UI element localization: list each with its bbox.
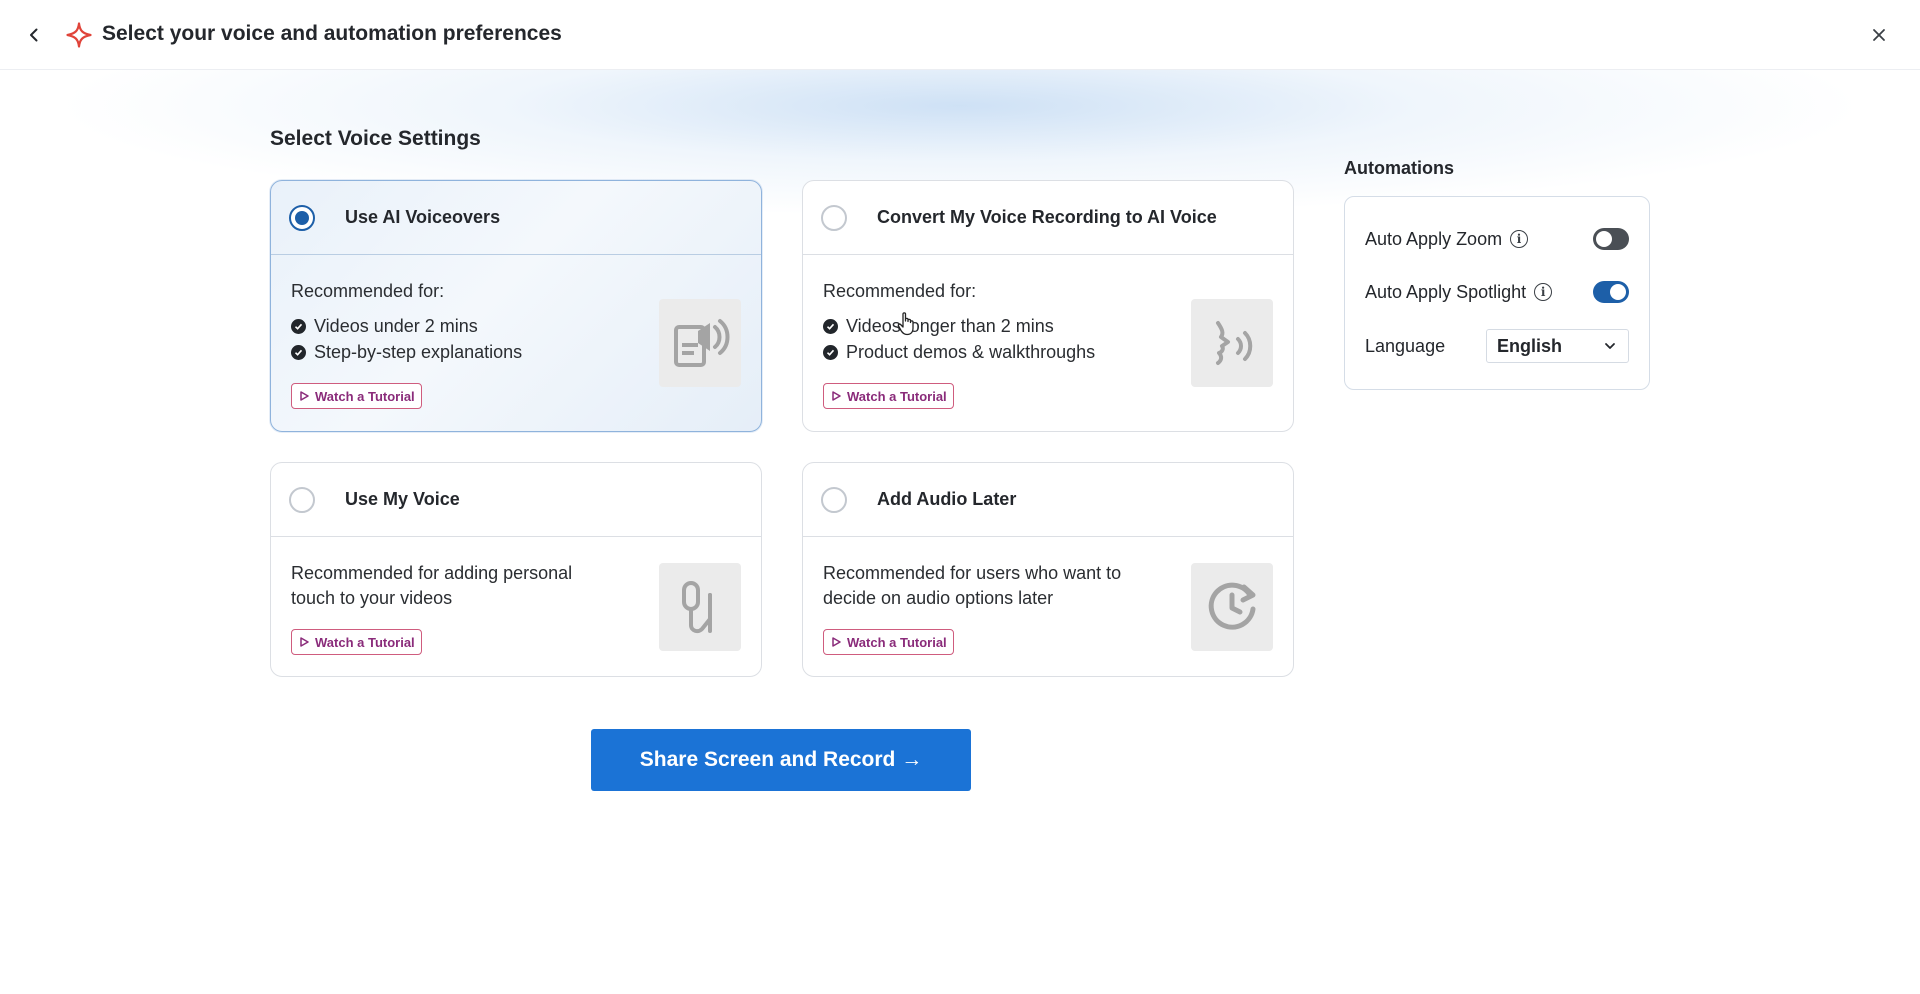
list-item-text: Product demos & walkthroughs: [846, 342, 1096, 362]
card-title: Add Audio Later: [877, 489, 1017, 509]
info-icon[interactable]: i: [1534, 283, 1553, 301]
list-item-text: Videos under 2 mins: [314, 316, 478, 336]
page-title: Select your voice and automation prefere…: [102, 22, 562, 45]
voice-option-add-audio-later[interactable]: Add Audio Later Recommended for users wh…: [802, 462, 1294, 677]
language-row: Language English: [1365, 329, 1629, 363]
play-icon: [300, 391, 309, 401]
auto-spotlight-toggle[interactable]: [1593, 281, 1629, 303]
close-icon: [1873, 29, 1885, 41]
auto-zoom-row: Auto Apply Zoom i: [1365, 224, 1629, 254]
check-icon: [291, 318, 306, 334]
card-body: Recommended for adding personal touch to…: [271, 537, 761, 655]
speaking-head-icon: [1191, 299, 1273, 387]
play-icon: [832, 637, 841, 647]
recommended-text: Recommended for adding personal touch to…: [291, 563, 573, 608]
chevron-down-icon: [1605, 343, 1615, 349]
voice-option-convert-recording[interactable]: Convert My Voice Recording to AI Voice R…: [802, 180, 1294, 432]
card-header: Add Audio Later: [803, 463, 1293, 537]
card-title: Use AI Voiceovers: [345, 207, 501, 227]
auto-spotlight-label: Auto Apply Spotlight: [1365, 281, 1527, 302]
watch-tutorial-button[interactable]: Watch a Tutorial: [823, 383, 954, 409]
info-icon[interactable]: i: [1510, 230, 1529, 248]
radio-button[interactable]: [821, 486, 847, 513]
hand-cursor-icon: [897, 312, 914, 336]
card-body: Recommended for: Videos under 2 mins Ste…: [271, 255, 761, 409]
language-select[interactable]: English: [1486, 329, 1629, 363]
share-screen-record-button[interactable]: Share Screen and Record →: [591, 729, 971, 791]
tutorial-label: Watch a Tutorial: [315, 634, 415, 650]
radio-button[interactable]: [289, 204, 315, 231]
automations-title: Automations: [1344, 158, 1454, 178]
check-icon: [291, 344, 306, 360]
auto-spotlight-row: Auto Apply Spotlight i: [1365, 277, 1629, 307]
list-item-text: Videos longer than 2 mins: [846, 316, 1054, 336]
card-body: Recommended for users who want to decide…: [803, 537, 1293, 655]
tutorial-label: Watch a Tutorial: [315, 388, 415, 404]
radio-button[interactable]: [289, 486, 315, 513]
play-icon: [300, 637, 309, 647]
card-header: Convert My Voice Recording to AI Voice: [803, 181, 1293, 255]
recommended-text: Recommended for users who want to decide…: [823, 563, 1122, 608]
card-header: Use AI Voiceovers: [271, 181, 761, 255]
voice-settings-title: Select Voice Settings: [270, 127, 481, 150]
watch-tutorial-button[interactable]: Watch a Tutorial: [823, 629, 954, 655]
tutorial-label: Watch a Tutorial: [847, 634, 947, 650]
card-body: Recommended for: Videos longer than 2 mi…: [803, 255, 1293, 409]
automations-panel: Auto Apply Zoom i Auto Apply Spotlight i…: [1344, 196, 1650, 390]
clock-later-icon: [1191, 563, 1273, 651]
play-icon: [832, 391, 841, 401]
card-title: Convert My Voice Recording to AI Voice: [877, 207, 1217, 227]
auto-zoom-label: Auto Apply Zoom: [1365, 228, 1503, 249]
auto-zoom-toggle[interactable]: [1593, 228, 1629, 250]
watch-tutorial-button[interactable]: Watch a Tutorial: [291, 383, 422, 409]
list-item-text: Step-by-step explanations: [314, 342, 523, 362]
check-icon: [823, 344, 838, 360]
back-button[interactable]: [20, 21, 48, 49]
card-header: Use My Voice: [271, 463, 761, 537]
language-label: Language: [1365, 335, 1446, 356]
voice-option-ai-voiceovers[interactable]: Use AI Voiceovers Recommended for: Video…: [270, 180, 762, 432]
header-bar: Select your voice and automation prefere…: [0, 0, 1920, 70]
language-value: English: [1497, 335, 1563, 356]
voice-option-use-my-voice[interactable]: Use My Voice Recommended for adding pers…: [270, 462, 762, 677]
chevron-left-icon: [30, 28, 38, 42]
close-button[interactable]: [1866, 22, 1892, 48]
microphone-icon: [659, 563, 741, 651]
tutorial-label: Watch a Tutorial: [847, 388, 947, 404]
sparkle-icon: [66, 22, 92, 48]
radio-button[interactable]: [821, 204, 847, 231]
card-title: Use My Voice: [345, 489, 460, 509]
check-icon: [823, 318, 838, 334]
ai-voiceover-icon: [659, 299, 741, 387]
watch-tutorial-button[interactable]: Watch a Tutorial: [291, 629, 422, 655]
